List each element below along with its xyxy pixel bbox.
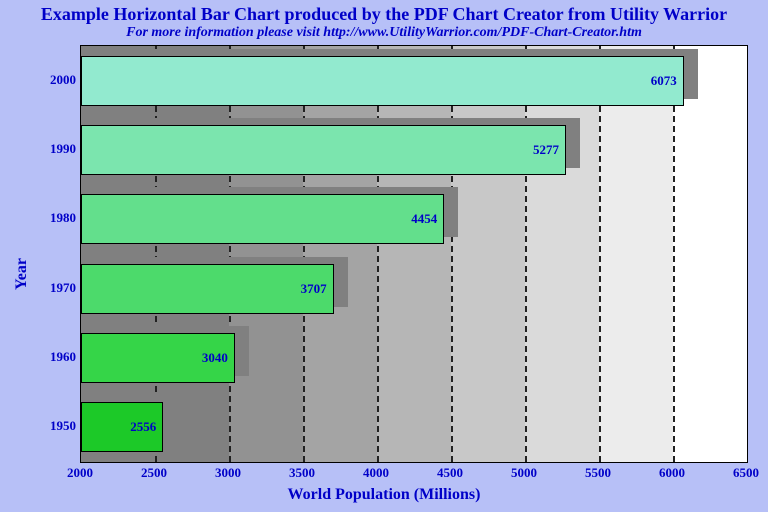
bar-value-label: 3040 bbox=[202, 350, 228, 366]
chart-area: Year 2556 3040 3707 4454 5277 6073 1950 1960 19… bbox=[0, 43, 768, 505]
bar: 3707 bbox=[81, 264, 334, 314]
x-tick-label: 4500 bbox=[437, 465, 463, 481]
x-tick-label: 3000 bbox=[215, 465, 241, 481]
bar-value-label: 4454 bbox=[411, 211, 437, 227]
bar: 5277 bbox=[81, 125, 566, 175]
y-tick-label: 2000 bbox=[32, 72, 76, 88]
chart-title: Example Horizontal Bar Chart produced by… bbox=[0, 0, 768, 25]
x-tick-label: 5000 bbox=[511, 465, 537, 481]
y-tick-label: 1970 bbox=[32, 280, 76, 296]
y-tick-label: 1960 bbox=[32, 349, 76, 365]
y-tick-label: 1980 bbox=[32, 210, 76, 226]
x-tick-label: 3500 bbox=[289, 465, 315, 481]
x-tick-label: 2000 bbox=[67, 465, 93, 481]
chart-subtitle: For more information please visit http:/… bbox=[0, 25, 768, 41]
bar: 2556 bbox=[81, 402, 163, 452]
y-tick-label: 1990 bbox=[32, 141, 76, 157]
x-tick-label: 6500 bbox=[733, 465, 759, 481]
x-tick-label: 6000 bbox=[659, 465, 685, 481]
bar: 6073 bbox=[81, 56, 684, 106]
x-tick-label: 5500 bbox=[585, 465, 611, 481]
y-axis-label: Year bbox=[13, 258, 31, 290]
bar: 3040 bbox=[81, 333, 235, 383]
y-tick-label: 1950 bbox=[32, 418, 76, 434]
bar-value-label: 6073 bbox=[651, 73, 677, 89]
x-tick-label: 4000 bbox=[363, 465, 389, 481]
bar-value-label: 5277 bbox=[533, 142, 559, 158]
plot-area: 2556 3040 3707 4454 5277 6073 bbox=[80, 45, 748, 463]
bar: 4454 bbox=[81, 194, 444, 244]
bar-value-label: 2556 bbox=[130, 419, 156, 435]
bar-value-label: 3707 bbox=[301, 281, 327, 297]
x-tick-label: 2500 bbox=[141, 465, 167, 481]
x-axis-label: World Population (Millions) bbox=[0, 486, 768, 504]
